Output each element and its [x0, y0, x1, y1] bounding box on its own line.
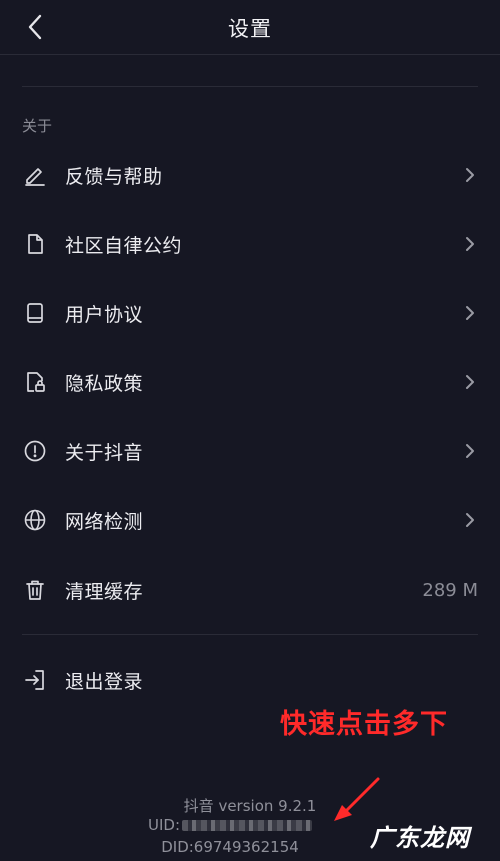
- settings-item-about-douyin[interactable]: 关于抖音: [0, 426, 500, 476]
- settings-item-privacy-policy[interactable]: 隐私政策: [0, 357, 500, 407]
- chevron-right-icon: [464, 234, 476, 254]
- settings-item-label: 关于抖音: [65, 441, 144, 464]
- logout-icon: [23, 668, 47, 692]
- version-text: 抖音 version 9.2.1: [183, 797, 317, 815]
- chevron-right-icon: [464, 441, 476, 461]
- section-label-about: 关于: [22, 117, 53, 135]
- info-icon: [23, 439, 47, 463]
- uid-label: UID:: [147, 816, 180, 834]
- annotation-text: 快速点击多下: [280, 709, 448, 740]
- settings-item-network-check[interactable]: 网络检测: [0, 495, 500, 545]
- top-bar: 设置: [0, 0, 500, 55]
- settings-item-label: 隐私政策: [65, 372, 144, 395]
- watermark-text: 广东龙网: [370, 824, 470, 852]
- settings-item-community-guidelines[interactable]: 社区自律公约: [0, 219, 500, 269]
- trash-icon: [23, 578, 47, 602]
- chevron-right-icon: [464, 372, 476, 392]
- lock-document-icon: [23, 370, 47, 394]
- chevron-right-icon: [464, 510, 476, 530]
- divider: [22, 634, 478, 635]
- edit-icon: [23, 163, 47, 187]
- settings-item-clear-cache[interactable]: 清理缓存 289 M: [0, 565, 500, 615]
- page-title: 设置: [228, 17, 272, 41]
- settings-item-feedback[interactable]: 反馈与帮助: [0, 150, 500, 200]
- divider: [22, 86, 478, 87]
- uid-redacted-value: [182, 820, 312, 831]
- chevron-right-icon: [464, 165, 476, 185]
- book-icon: [23, 301, 47, 325]
- settings-item-user-agreement[interactable]: 用户协议: [0, 288, 500, 338]
- settings-item-label: 清理缓存: [65, 580, 144, 603]
- settings-item-label: 反馈与帮助: [65, 165, 163, 188]
- settings-item-label: 社区自律公约: [65, 234, 183, 257]
- chevron-right-icon: [464, 303, 476, 323]
- settings-item-label: 用户协议: [65, 303, 144, 326]
- settings-item-label: 网络检测: [65, 510, 144, 533]
- cache-size-value: 289 M: [422, 579, 478, 601]
- logout-button[interactable]: 退出登录: [0, 655, 500, 705]
- document-icon: [23, 232, 47, 256]
- logout-label: 退出登录: [65, 670, 144, 693]
- globe-icon: [23, 508, 47, 532]
